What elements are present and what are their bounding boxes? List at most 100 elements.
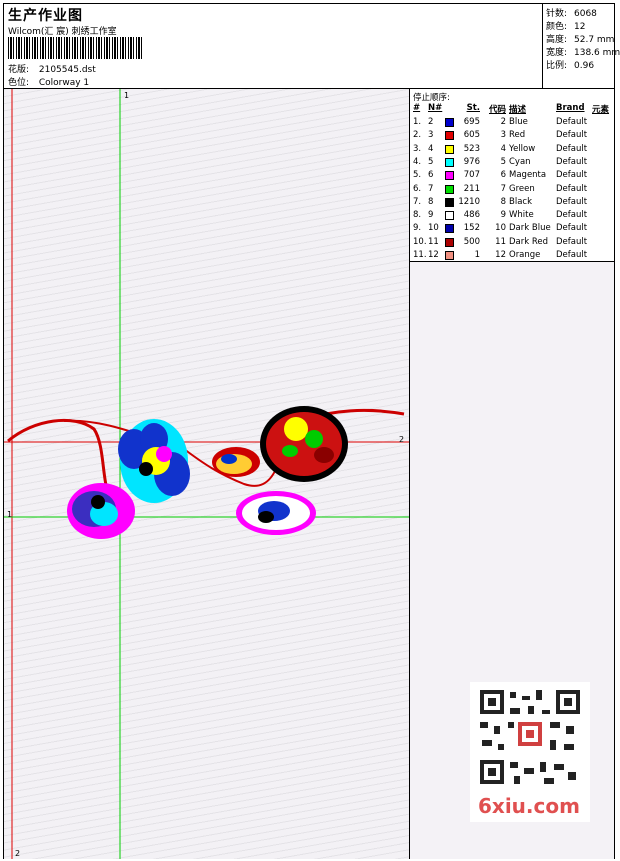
row-description: Orange	[509, 250, 541, 260]
row-brand: Default	[556, 117, 588, 127]
col-needle: N#	[428, 103, 443, 113]
row-description: Dark Blue	[509, 223, 551, 234]
guide-label-v2: 2	[15, 849, 21, 858]
page-title: 生产作业图	[8, 8, 83, 24]
row-code: 12	[495, 250, 506, 260]
row-description: Green	[509, 183, 535, 194]
color-swatch	[445, 118, 454, 127]
row-needle: 5	[428, 156, 434, 167]
stop-table-row[interactable]: 1. 2 695 2 Blue Default	[410, 117, 614, 130]
col-code: 代码	[488, 105, 506, 115]
colorway-value: Colorway 1	[38, 78, 90, 88]
color-swatch	[445, 251, 454, 260]
row-stitches: 500	[463, 236, 480, 247]
row-needle: 11	[428, 236, 439, 247]
stop-table-row[interactable]: 6. 7 211 7 Green Default	[410, 184, 614, 197]
row-brand: Default	[556, 143, 588, 154]
color-swatch	[445, 144, 454, 154]
row-brand: Default	[556, 130, 588, 141]
cyan-flower	[118, 419, 190, 503]
stat-width: 宽度: 138.6 mm	[546, 45, 620, 58]
stop-table-row[interactable]: 5. 6 707 6 Magenta Default	[410, 170, 614, 183]
row-index: 11.	[413, 250, 427, 260]
design-canvas[interactable]: 1 2 1 2	[4, 89, 410, 859]
stat-label: 针数:	[546, 9, 568, 19]
row-code: 10	[495, 223, 506, 234]
colorway-line: 色位: Colorway 1	[8, 75, 89, 88]
row-brand: Default	[556, 236, 588, 247]
stat-value: 0.96	[574, 61, 595, 71]
color-swatch	[445, 211, 454, 221]
company-name: Wilcom(汇 宸) 刺绣工作室	[8, 27, 117, 37]
production-worksheet: 生产作业图 Wilcom(汇 宸) 刺绣工作室 花版: 2105545.dst …	[0, 0, 620, 861]
row-code: 9	[500, 210, 506, 221]
embroidery-preview	[4, 89, 409, 859]
row-brand: Default	[556, 250, 588, 260]
row-needle: 8	[428, 196, 434, 207]
row-description: Black	[509, 196, 532, 207]
row-index: 3.	[413, 143, 422, 154]
color-swatch	[445, 197, 454, 207]
row-stitches: 695	[463, 117, 480, 127]
stop-table-row[interactable]: 4. 5 976 5 Cyan Default	[410, 157, 614, 170]
row-brand: Default	[556, 170, 588, 181]
row-stitches: 152	[463, 223, 480, 234]
row-code: 7	[500, 183, 506, 194]
col-brand: Brand	[556, 103, 585, 113]
row-description: Cyan	[509, 156, 531, 167]
row-needle: 10	[428, 223, 439, 234]
stat-value: 6068	[574, 9, 597, 19]
stat-colors: 颜色: 12	[546, 19, 585, 32]
row-brand: Default	[556, 156, 588, 167]
row-needle: 7	[428, 183, 434, 194]
row-code: 2	[500, 117, 506, 127]
stop-table-row[interactable]: 7. 8 1210 8 Black Default	[410, 197, 614, 210]
row-brand: Default	[556, 223, 588, 234]
row-brand: Default	[556, 210, 588, 221]
stat-value: 12	[574, 22, 586, 32]
stat-value: 52.7 mm	[574, 35, 615, 45]
row-description: Yellow	[509, 143, 536, 154]
stop-table-row[interactable]: 3. 4 523 4 Yellow Default	[410, 144, 614, 157]
row-needle: 12	[428, 250, 439, 260]
row-stitches: 211	[463, 183, 480, 194]
stat-height: 高度: 52.7 mm	[546, 32, 614, 45]
row-code: 5	[500, 156, 506, 167]
stat-scale: 比例: 0.96	[546, 58, 594, 71]
row-description: Dark Red	[509, 236, 549, 247]
stat-value: 138.6 mm	[574, 48, 620, 58]
color-swatch	[445, 171, 454, 181]
flower-bud	[212, 447, 260, 477]
stop-table-header: # N# St. 代码 描述 Brand 元素	[410, 103, 614, 115]
color-swatch	[445, 237, 454, 247]
row-needle: 6	[428, 170, 434, 181]
stop-table-row[interactable]: 8. 9 486 9 White Default	[410, 210, 614, 223]
stop-table-row[interactable]: 10. 11 500 11 Dark Red Default	[410, 237, 614, 250]
stat-label: 比例:	[546, 61, 568, 71]
stat-label: 颜色:	[546, 22, 568, 32]
stop-table-row[interactable]: 9. 10 152 10 Dark Blue Default	[410, 223, 614, 236]
red-lotus-flower	[260, 406, 348, 482]
color-swatch	[445, 131, 454, 141]
row-needle: 9	[428, 210, 434, 221]
guide-label-h1: 1	[7, 510, 13, 519]
color-swatch	[445, 184, 454, 194]
stop-table-row[interactable]: 2. 3 605 3 Red Default	[410, 130, 614, 143]
row-needle: 4	[428, 143, 434, 154]
row-stitches: 1210	[458, 196, 480, 207]
row-stitches: 976	[463, 156, 480, 167]
col-stitches: St.	[466, 103, 480, 113]
stop-sequence-panel: 停止顺序: # N# St. 代码 描述 Brand 元素 1. 2 695 2 Blu…	[410, 89, 614, 262]
design-label: 花版:	[8, 65, 30, 75]
row-code: 8	[500, 196, 506, 207]
row-stitches: 523	[463, 143, 480, 154]
stats-panel: 针数: 6068 颜色: 12 高度: 52.7 mm 宽度: 138.6 mm 比例:…	[542, 4, 620, 89]
stat-label: 高度:	[546, 35, 568, 45]
row-description: Red	[509, 130, 526, 141]
row-brand: Default	[556, 196, 588, 207]
row-index: 4.	[413, 156, 422, 167]
sheet-frame: 生产作业图 Wilcom(汇 宸) 刺绣工作室 花版: 2105545.dst …	[3, 3, 620, 859]
guide-label-h2: 2	[399, 435, 405, 444]
stat-stitches: 针数: 6068	[546, 6, 597, 19]
qr-code-icon	[470, 682, 590, 792]
